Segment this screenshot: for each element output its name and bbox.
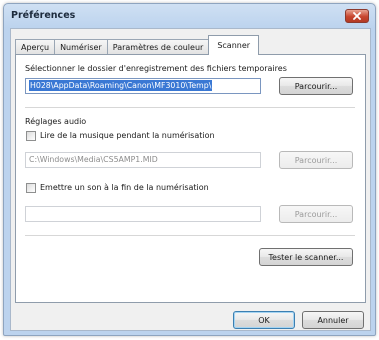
play-music-label[interactable]: Lire de la musique pendant la numérisati… [40,131,215,140]
temp-folder-path-field[interactable]: H028\AppData\Roaming\Canon\MF3010\Temp\ [25,78,261,94]
test-scanner-button[interactable]: Tester le scanner... [259,248,353,266]
cancel-button[interactable]: Annuler [302,311,364,329]
title-bar[interactable]: Préférences [4,4,375,28]
beep-browse-button: Parcourir... [279,205,353,223]
preferences-dialog: Préférences Aperçu Numériser Paramètres … [3,3,376,336]
beep-label[interactable]: Emettre un son à la fin de la numérisati… [40,183,209,192]
close-button[interactable] [345,9,369,23]
window-title: Préférences [11,10,76,21]
close-icon [353,12,361,20]
tab-scanner[interactable]: Scanner [208,35,260,55]
music-path-field: C:\Windows\Media\CS5AMP1.MID [25,152,261,168]
section-divider-2 [25,235,355,236]
beep-checkbox[interactable] [26,183,36,193]
dialog-client: Aperçu Numériser Paramètres de couleur S… [10,28,371,331]
beep-path-field [25,206,261,222]
audio-settings-heading: Réglages audio [25,117,87,126]
ok-button[interactable]: OK [233,311,295,329]
tab-strip: Aperçu Numériser Paramètres de couleur S… [15,35,260,55]
tab-numeriser[interactable]: Numériser [54,39,108,55]
tab-apercu[interactable]: Aperçu [15,39,56,55]
section-divider-1 [25,107,355,108]
scanner-tab-panel: Sélectionner le dossier d'enregistrement… [15,54,366,303]
music-browse-button: Parcourir... [279,151,353,169]
tab-parametres-couleur[interactable]: Paramètres de couleur [106,39,210,55]
play-music-checkbox[interactable] [26,131,36,141]
temp-folder-browse-button[interactable]: Parcourir... [279,77,353,95]
temp-folder-path-text: H028\AppData\Roaming\Canon\MF3010\Temp\ [29,80,213,91]
temp-folder-label: Sélectionner le dossier d'enregistrement… [25,64,287,73]
